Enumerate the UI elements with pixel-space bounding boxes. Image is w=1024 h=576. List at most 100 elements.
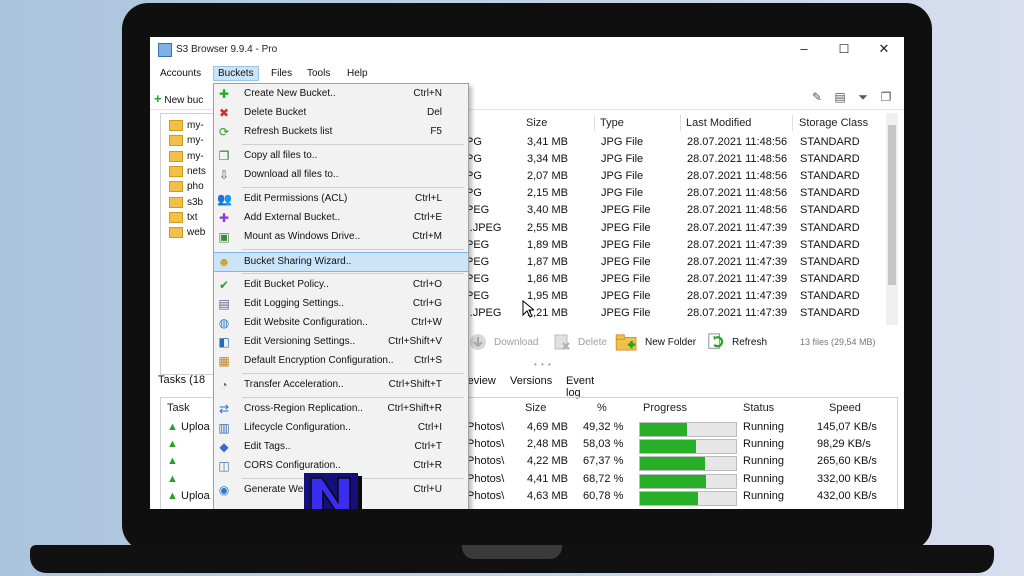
bucket-tree-item[interactable]: my- [169, 135, 204, 149]
filter-icon[interactable]: ⏷ [856, 90, 870, 104]
copy-window-icon[interactable]: ❐ [879, 90, 893, 104]
menu-accounts[interactable]: Accounts [156, 67, 205, 80]
col-status[interactable]: Status [743, 402, 774, 414]
col-speed[interactable]: Speed [829, 402, 861, 414]
col-last-modified[interactable]: Last Modified [686, 117, 751, 129]
menu-help[interactable]: Help [343, 67, 372, 80]
file-row[interactable]: PEG 1,87 MB JPEG File 28.07.2021 11:47:39 ST… [464, 254, 890, 271]
menu-item-edit-permissions-acl[interactable]: 👥 Edit Permissions (ACL) Ctrl+L [214, 190, 468, 208]
file-row[interactable]: PEG 1,89 MB JPEG File 28.07.2021 11:47:39 ST… [464, 237, 890, 254]
menu-item-add-external-bucket[interactable]: ✚ Add External Bucket.. Ctrl+E [214, 209, 468, 227]
drive-icon: ▣ [218, 230, 230, 244]
progress-bar [639, 422, 737, 437]
versioning-icon: ◧ [218, 335, 230, 349]
task-size: 2,48 MB [527, 438, 568, 451]
folder-icon [169, 150, 183, 162]
bucket-tree-item[interactable]: txt [169, 211, 198, 226]
tab-tasks[interactable]: Tasks (18 [158, 374, 205, 386]
bucket-tree-item[interactable]: web [169, 227, 205, 241]
menu-item-lifecycle-configuration[interactable]: ▥ Lifecycle Configuration.. Ctrl+I [214, 419, 468, 437]
file-storage-class: STANDARD [800, 204, 860, 217]
file-row[interactable]: PG 3,41 MB JPG File 28.07.2021 11:48:56 STAN… [464, 134, 890, 151]
bucket-tree-item[interactable]: s3b [169, 196, 203, 211]
col-percent[interactable]: % [597, 402, 607, 414]
file-row[interactable]: ).JPEG 2,55 MB JPEG File 28.07.2021 11:47:3… [464, 220, 890, 237]
file-row[interactable]: PEG 1,86 MB JPEG File 28.07.2021 11:47:39 ST… [464, 271, 890, 288]
tab-event-log[interactable]: Event log [566, 375, 594, 399]
menu-item-edit-tags[interactable]: ◆ Edit Tags.. Ctrl+T [214, 438, 468, 456]
col-storage-class[interactable]: Storage Class [799, 117, 868, 129]
bucket-tree-item[interactable]: pho [169, 181, 204, 195]
bucket-tree-item[interactable]: my- [169, 150, 204, 165]
folder-icon [169, 196, 183, 208]
bucket-tree-item[interactable]: my- [169, 120, 204, 134]
tab-versions[interactable]: Versions [510, 375, 552, 387]
new-bucket-button[interactable]: + New buc [154, 91, 203, 106]
menu-item-create-new-bucket[interactable]: ✚ Create New Bucket.. Ctrl+N [214, 85, 468, 103]
upload-arrow-icon: ▲ [167, 421, 178, 433]
file-storage-class: STANDARD [800, 136, 860, 148]
file-size: 2,15 MB [527, 187, 568, 200]
task-percent: 68,72 % [583, 472, 624, 485]
task-status: Running [743, 472, 784, 485]
menu-separator [242, 273, 464, 274]
menu-item-edit-logging-settings[interactable]: ▤ Edit Logging Settings.. Ctrl+G [214, 295, 468, 313]
file-storage-class: STANDARD [800, 221, 860, 234]
splitter-handle[interactable]: • • • [534, 360, 552, 369]
folder-icon [169, 227, 183, 239]
menu-tools[interactable]: Tools [303, 67, 334, 80]
refresh-button[interactable]: Refresh [732, 337, 767, 348]
col-divider [680, 115, 681, 131]
menu-item-mount-as-windows-drive[interactable]: ▣ Mount as Windows Drive.. Ctrl+M [214, 228, 468, 246]
menu-item-cross-region-replication[interactable]: ⇄ Cross-Region Replication.. Ctrl+Shift+R [214, 400, 468, 418]
col-size[interactable]: Size [526, 117, 547, 129]
download-button[interactable]: Download [494, 337, 538, 348]
progress-fill [640, 440, 696, 454]
menu-item-bucket-sharing-wizard[interactable]: ☻ Bucket Sharing Wizard.. [214, 252, 468, 272]
file-row[interactable]: PG 2,15 MB JPG File 28.07.2021 11:48:56 STAN… [464, 185, 890, 202]
menu-item-shortcut: Ctrl+E [413, 212, 442, 223]
scrollbar-thumb[interactable] [888, 125, 896, 285]
task-size: 4,63 MB [527, 489, 568, 502]
pencil-icon[interactable]: ✎ [810, 90, 824, 104]
menu-item-label: Download all files to.. [244, 169, 339, 180]
menu-item-refresh-buckets-list[interactable]: ⟳ Refresh Buckets list F5 [214, 123, 468, 141]
view-icon[interactable]: ▤ [833, 90, 847, 104]
menu-item-edit-versioning-settings[interactable]: ◧ Edit Versioning Settings.. Ctrl+Shift+V [214, 333, 468, 351]
bucket-tree-item[interactable]: nets [169, 165, 206, 180]
window-title: S3 Browser 9.9.4 - Pro [176, 44, 278, 55]
col-progress[interactable]: Progress [643, 402, 687, 414]
menu-item-label: Edit Versioning Settings.. [244, 336, 356, 347]
progress-fill [640, 491, 699, 505]
new-folder-button[interactable]: New Folder [645, 337, 696, 348]
menu-item-transfer-acceleration[interactable]: ◔ Transfer Acceleration.. Ctrl+Shift+T [214, 376, 468, 394]
file-row[interactable]: PEG 3,40 MB JPEG File 28.07.2021 11:48:56 ST… [464, 202, 890, 219]
file-row[interactable]: PG 3,34 MB JPG File 28.07.2021 11:48:56 STAN… [464, 151, 890, 168]
menu-item-download-all-files-to[interactable]: ⇩ Download all files to.. [214, 166, 468, 184]
menu-item-label: Create New Bucket.. [244, 88, 336, 99]
col-type[interactable]: Type [600, 117, 624, 129]
file-name: PEG [466, 238, 490, 251]
download-icon: ⇩ [218, 168, 230, 182]
menu-item-default-encryption-configuration[interactable]: ▦ Default Encryption Configuration.. Ctrl+… [214, 352, 468, 370]
menu-item-copy-all-files-to[interactable]: ❐ Copy all files to.. [214, 147, 468, 165]
menu-item-edit-website-configuration[interactable]: ◍ Edit Website Configuration.. Ctrl+W [214, 314, 468, 332]
menu-files[interactable]: Files [267, 67, 296, 80]
menu-item-delete-bucket[interactable]: ✖ Delete Bucket Del [214, 104, 468, 122]
menu-item-label: Default Encryption Configuration.. [244, 355, 394, 366]
file-type: JPG File [601, 136, 644, 148]
menu-buckets[interactable]: Buckets [213, 66, 259, 81]
file-row[interactable]: PG 2,07 MB JPG File 28.07.2021 11:48:56 STAN… [464, 168, 890, 185]
file-scrollbar[interactable] [886, 113, 898, 325]
col-task[interactable]: Task [167, 402, 190, 414]
maximize-button[interactable]: ☐ [836, 41, 852, 57]
menu-item-edit-bucket-policy[interactable]: ✔ Edit Bucket Policy.. Ctrl+O [214, 276, 468, 294]
encryption-icon: ▦ [218, 354, 230, 368]
add-external-icon: ✚ [218, 211, 230, 225]
upload-arrow-icon: ▲ [167, 489, 178, 502]
minimize-button[interactable]: – [796, 41, 812, 57]
col-task-size[interactable]: Size [525, 402, 546, 414]
close-button[interactable]: ✕ [876, 41, 892, 57]
progress-bar [639, 473, 737, 489]
delete-button[interactable]: Delete [578, 337, 607, 348]
